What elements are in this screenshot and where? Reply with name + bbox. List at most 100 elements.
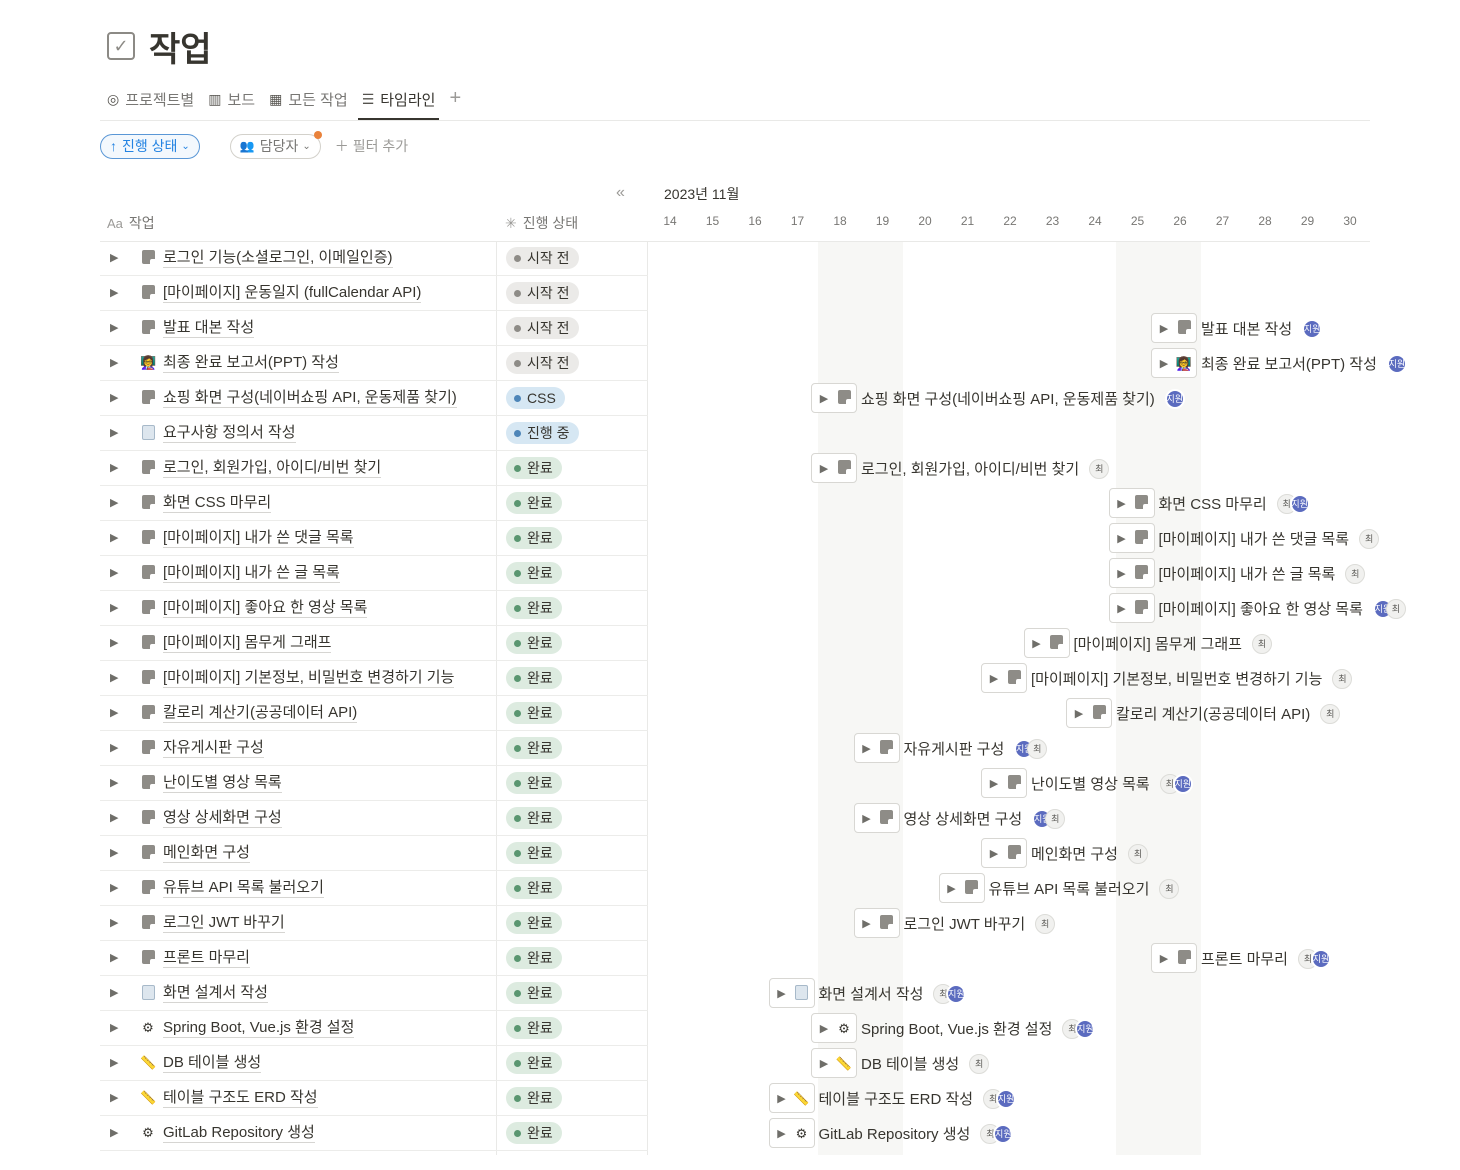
expand-toggle-icon[interactable]: ▶	[858, 917, 876, 930]
table-row[interactable]: ▶ [마이페이지] 좋아요 한 영상 목록 완료	[100, 591, 648, 626]
expand-toggle-icon[interactable]: ▶	[1155, 322, 1173, 335]
task-name[interactable]: 테이블 구조도 ERD 작성	[163, 1089, 318, 1108]
collapse-table-button[interactable]: «	[616, 184, 625, 202]
tab-board[interactable]: ▥ 보드	[208, 85, 255, 113]
expand-toggle-icon[interactable]: ▶	[1070, 707, 1088, 720]
timeline-bar[interactable]: ▶ [마이페이지] 몸무게 그래프 최	[1028, 626, 1272, 661]
task-name[interactable]: 쇼핑 화면 구성(네이버쇼핑 API, 운동제품 찾기)	[163, 389, 457, 408]
expand-toggle-icon[interactable]: ▶	[773, 987, 791, 1000]
table-row[interactable]: ▶ 영상 상세화면 구성 완료	[100, 801, 648, 836]
table-row[interactable]: ▶ 난이도별 영상 목록 완료	[100, 766, 648, 801]
task-name[interactable]: 로그인 기능(소셜로그인, 이메일인증)	[163, 249, 393, 268]
expand-toggle-icon[interactable]: ▶	[110, 321, 118, 334]
add-filter-button[interactable]: ＋ 필터 추가	[335, 136, 408, 156]
timeline-bar[interactable]: ▶ 쇼핑 화면 구성(네이버쇼핑 API, 운동제품 찾기) 지원	[815, 381, 1185, 416]
expand-toggle-icon[interactable]: ▶	[815, 1022, 833, 1035]
status-badge[interactable]: 완료	[506, 702, 562, 724]
expand-toggle-icon[interactable]: ▶	[858, 742, 876, 755]
expand-toggle-icon[interactable]: ▶	[110, 671, 118, 684]
table-row[interactable]: ▶ [마이페이지] 내가 쓴 댓글 목록 완료	[100, 521, 648, 556]
table-row[interactable]: ▶ 📏 테이블 구조도 ERD 작성 완료	[100, 1081, 648, 1116]
expand-toggle-icon[interactable]: ▶	[110, 286, 118, 299]
table-row[interactable]: ▶ 쇼핑 화면 구성(네이버쇼핑 API, 운동제품 찾기) CSS	[100, 381, 648, 416]
expand-toggle-icon[interactable]: ▶	[1113, 532, 1131, 545]
timeline-bar[interactable]: ▶ 영상 상세화면 구성 지원 최	[858, 801, 1066, 836]
expand-toggle-icon[interactable]: ▶	[815, 392, 833, 405]
task-name[interactable]: 발표 대본 작성	[163, 319, 255, 338]
task-name[interactable]: [마이페이지] 내가 쓴 댓글 목록	[163, 529, 354, 548]
table-row[interactable]: ▶ 메인화면 구성 완료	[100, 836, 648, 871]
timeline-bar[interactable]: ▶ 유튜브 API 목록 불러오기 최	[943, 871, 1180, 906]
column-header-task[interactable]: Aa 작업	[107, 212, 155, 234]
task-name[interactable]: 프론트 마무리	[163, 949, 250, 968]
task-name[interactable]: 요구사항 정의서 작성	[163, 424, 296, 443]
expand-toggle-icon[interactable]: ▶	[110, 391, 118, 404]
expand-toggle-icon[interactable]: ▶	[1113, 602, 1131, 615]
status-badge[interactable]: 완료	[506, 842, 562, 864]
status-badge[interactable]: 완료	[506, 457, 562, 479]
expand-toggle-icon[interactable]: ▶	[110, 461, 118, 474]
status-badge[interactable]: 완료	[506, 737, 562, 759]
timeline-bar[interactable]: ▶ 화면 CSS 마무리 최 지원	[1113, 486, 1310, 521]
timeline-bar[interactable]: ▶ 난이도별 영상 목록 최 지원	[985, 766, 1193, 801]
timeline-bar[interactable]: ▶ 자유게시판 구성 지원 최	[858, 731, 1048, 766]
expand-toggle-icon[interactable]: ▶	[1113, 567, 1131, 580]
table-row[interactable]: ▶ 화면 설계서 작성 완료	[100, 976, 648, 1011]
expand-toggle-icon[interactable]: ▶	[985, 777, 1003, 790]
expand-toggle-icon[interactable]: ▶	[110, 741, 118, 754]
expand-toggle-icon[interactable]: ▶	[110, 986, 118, 999]
expand-toggle-icon[interactable]: ▶	[943, 882, 961, 895]
table-row[interactable]: ▶ 프론트 마무리 완료	[100, 941, 648, 976]
table-row[interactable]: ▶ 칼로리 계산기(공공데이터 API) 완료	[100, 696, 648, 731]
expand-toggle-icon[interactable]: ▶	[773, 1092, 791, 1105]
status-badge[interactable]: 완료	[506, 807, 562, 829]
task-name[interactable]: 메인화면 구성	[163, 844, 250, 863]
task-name[interactable]: 로그인 JWT 바꾸기	[163, 914, 285, 933]
task-name[interactable]: 난이도별 영상 목록	[163, 774, 282, 793]
expand-toggle-icon[interactable]: ▶	[110, 356, 118, 369]
expand-toggle-icon[interactable]: ▶	[110, 601, 118, 614]
sort-chip[interactable]: ↑ 진행 상태 ⌄	[100, 133, 200, 159]
task-name[interactable]: 유튜브 API 목록 불러오기	[163, 879, 324, 898]
timeline-bar[interactable]: ▶ 칼로리 계산기(공공데이터 API) 최	[1070, 696, 1341, 731]
table-row[interactable]: ▶ 유튜브 API 목록 불러오기 완료	[100, 871, 648, 906]
table-row[interactable]: ▶ 로그인, 회원가입, 아이디/비번 찾기 완료	[100, 451, 648, 486]
expand-toggle-icon[interactable]: ▶	[110, 251, 118, 264]
expand-toggle-icon[interactable]: ▶	[110, 1056, 118, 1069]
status-badge[interactable]: 시작 전	[506, 247, 579, 269]
timeline-bar[interactable]: ▶ 로그인 JWT 바꾸기 최	[858, 906, 1056, 941]
status-badge[interactable]: 시작 전	[506, 317, 579, 339]
table-row[interactable]: ▶ 화면 CSS 마무리 완료	[100, 486, 648, 521]
expand-toggle-icon[interactable]: ▶	[110, 916, 118, 929]
status-badge[interactable]: 완료	[506, 492, 562, 514]
table-row[interactable]: ▶ ⚙ GitLab Repository 생성 완료	[100, 1116, 648, 1151]
table-row[interactable]: ▶ ⚙ Spring Boot, Vue.js 환경 설정 완료	[100, 1011, 648, 1046]
expand-toggle-icon[interactable]: ▶	[110, 881, 118, 894]
expand-toggle-icon[interactable]: ▶	[110, 636, 118, 649]
status-badge[interactable]: 진행 중	[506, 422, 579, 444]
expand-toggle-icon[interactable]: ▶	[110, 496, 118, 509]
status-badge[interactable]: 완료	[506, 912, 562, 934]
timeline-bar[interactable]: ▶ ⚙ GitLab Repository 생성 최 지원	[773, 1116, 1014, 1151]
table-row[interactable]: ▶ 로그인 기능(소셜로그인, 이메일인증) 시작 전	[100, 241, 648, 276]
expand-toggle-icon[interactable]: ▶	[1113, 497, 1131, 510]
task-name[interactable]: Spring Boot, Vue.js 환경 설정	[163, 1019, 355, 1038]
task-name[interactable]: GitLab Repository 생성	[163, 1124, 315, 1143]
status-badge[interactable]: 완료	[506, 1052, 562, 1074]
task-name[interactable]: 최종 완료 보고서(PPT) 작성	[163, 354, 339, 373]
expand-toggle-icon[interactable]: ▶	[110, 776, 118, 789]
expand-toggle-icon[interactable]: ▶	[110, 1021, 118, 1034]
task-name[interactable]: 로그인, 회원가입, 아이디/비번 찾기	[163, 459, 382, 478]
status-badge[interactable]: 완료	[506, 1122, 562, 1144]
task-name[interactable]: DB 테이블 생성	[163, 1054, 262, 1073]
table-row[interactable]: ▶ 발표 대본 작성 시작 전	[100, 311, 648, 346]
status-badge[interactable]: 완료	[506, 562, 562, 584]
task-name[interactable]: [마이페이지] 내가 쓴 글 목록	[163, 564, 340, 583]
column-header-status[interactable]: ✳ 진행 상태	[505, 212, 578, 234]
timeline-bar[interactable]: ▶ 로그인, 회원가입, 아이디/비번 찾기 최	[815, 451, 1110, 486]
expand-toggle-icon[interactable]: ▶	[110, 531, 118, 544]
timeline-bar[interactable]: ▶ 발표 대본 작성 지원	[1155, 311, 1323, 346]
status-badge[interactable]: 완료	[506, 947, 562, 969]
expand-toggle-icon[interactable]: ▶	[815, 1057, 833, 1070]
timeline-bar[interactable]: ▶ [마이페이지] 좋아요 한 영상 목록 지원 최	[1113, 591, 1406, 626]
